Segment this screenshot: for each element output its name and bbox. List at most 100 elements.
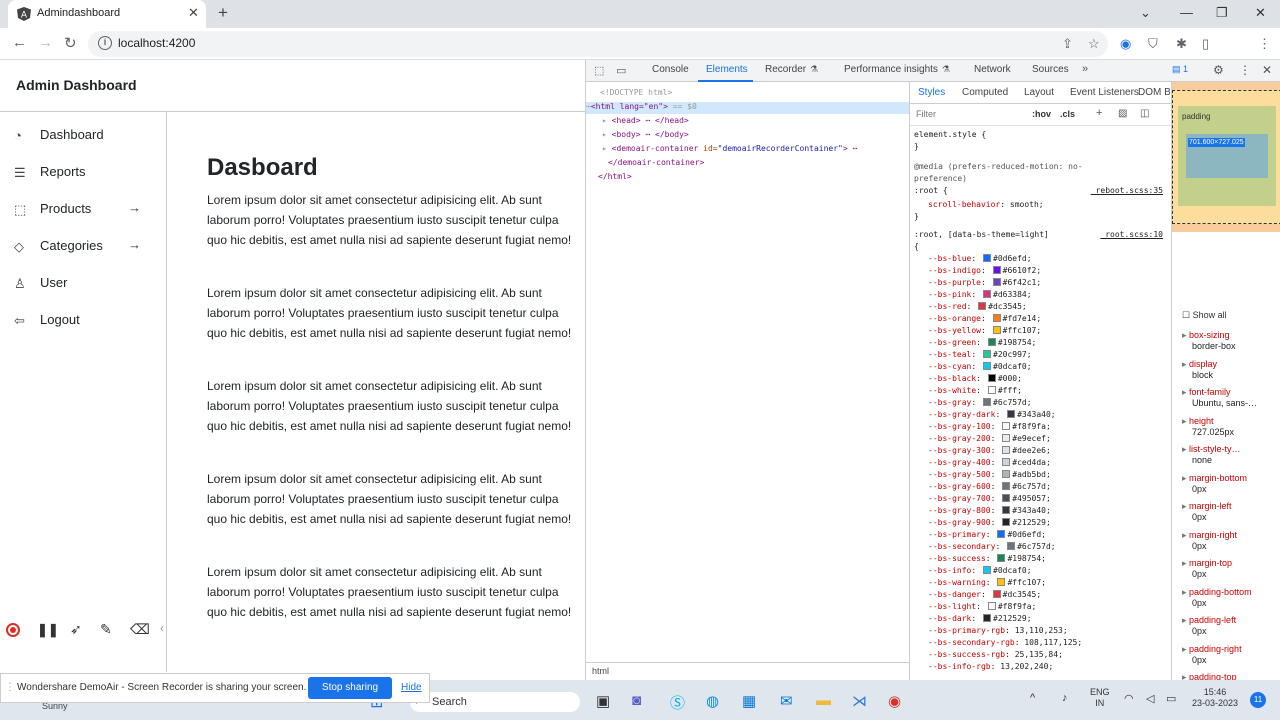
css-variable-row[interactable]: --bs-teal: #20c997; [928,350,1032,359]
browser-tab[interactable]: A Admindashboard ✕ [8,0,206,28]
color-swatch[interactable] [1002,470,1011,478]
color-swatch[interactable] [1002,458,1011,466]
drag-handle-icon[interactable]: ⋮ [5,682,15,693]
paint-icon[interactable]: ▨ [1118,108,1127,119]
expand-triangle-icon[interactable]: ▸ [602,116,607,125]
tab-performance-insights[interactable]: Performance insights [844,64,938,75]
css-variable-row[interactable]: --bs-green: #198754; [928,338,1036,347]
sidebar-item-dashboard[interactable]: ◔ Dashboard [0,122,167,152]
tab-sources[interactable]: Sources [1032,64,1069,75]
devtools-menu-icon[interactable]: ⋮ [1239,63,1251,77]
vscode-icon[interactable]: ⋊ [852,692,867,710]
expand-triangle-icon[interactable]: ▸ [1182,359,1189,369]
subtab-dom-breakpoints[interactable]: DOM Breakpoints [1138,87,1171,98]
expand-triangle-icon[interactable]: ▸ [1182,501,1189,511]
sidebar-toggle-icon[interactable]: ◫ [1140,108,1149,119]
selected-html-node[interactable]: ⋯<html lang="en"> == $0 [586,102,909,114]
source-link[interactable]: _root.scss:10 [1100,230,1163,239]
language-indicator[interactable]: ENG IN [1090,687,1110,709]
sidebar-item-user[interactable]: ♙ User [0,270,167,300]
sidebar-item-logout[interactable]: ⇦ Logout [0,307,167,337]
css-variable-row[interactable]: --bs-secondary-rgb: 108,117,125; [928,638,1082,647]
back-icon[interactable]: ← [12,34,27,51]
mic-icon[interactable]: ♪ [1062,692,1068,704]
subtab-computed[interactable]: Computed [962,87,1008,98]
tab-recorder[interactable]: Recorder [765,64,806,75]
css-variable-row[interactable]: --bs-danger: #dc3545; [928,590,1041,599]
collapse-icon[interactable]: ‹ [160,621,164,635]
color-swatch[interactable] [992,326,1001,334]
computed-property[interactable]: ▸ margin-top 0px [1182,558,1280,579]
scroll-behavior-decl[interactable]: scroll-behavior: smooth; [928,200,1044,209]
color-swatch[interactable] [1007,410,1016,418]
computed-property[interactable]: ▸ padding-left 0px [1182,615,1280,636]
cls-button[interactable]: .cls [1060,109,1075,119]
expand-triangle-icon[interactable]: ▸ [602,144,607,153]
color-swatch[interactable] [997,554,1006,562]
settings-gear-icon[interactable]: ⚙ [1213,63,1224,77]
css-variable-row[interactable]: --bs-gray-400: #ced4da; [928,458,1051,467]
minimize-icon[interactable]: — [1180,5,1193,20]
color-swatch[interactable] [1002,446,1011,454]
element-style-rule[interactable]: element.style { [914,130,986,139]
color-swatch[interactable] [987,602,996,610]
color-swatch[interactable] [1002,422,1011,430]
css-variable-row[interactable]: --bs-gray-200: #e9ecef; [928,434,1051,443]
color-swatch[interactable] [1002,506,1011,514]
eraser-icon[interactable]: ⌫ [130,621,150,638]
color-swatch[interactable] [1002,482,1011,490]
computed-property[interactable]: ▸ padding-right 0px [1182,644,1280,665]
css-variable-row[interactable]: --bs-gray: #6c757d; [928,398,1032,407]
css-variable-row[interactable]: --bs-info: #0dcaf0; [928,566,1032,575]
computed-property[interactable]: ▸ font-family Ubuntu, sans-… [1182,387,1280,408]
chrome-icon[interactable]: ◉ [888,692,901,710]
color-swatch[interactable] [983,350,991,358]
color-swatch[interactable] [978,302,987,310]
css-variable-row[interactable]: --bs-purple: #6f42c1; [928,278,1041,287]
root-theme-selector[interactable]: :root, [data-bs-theme=light] [914,230,1049,239]
record-icon[interactable] [6,623,20,637]
tab-elements[interactable]: Elements [706,64,748,75]
color-swatch[interactable] [997,578,1006,586]
css-variable-row[interactable]: --bs-warning: #ffc107; [928,578,1046,587]
file-explorer-icon[interactable]: ▬ [816,692,831,709]
color-swatch[interactable] [992,278,1001,286]
root-selector[interactable]: :root { [914,186,948,195]
extensions-puzzle-icon[interactable]: ✱ [1176,36,1187,52]
color-swatch[interactable] [1002,494,1011,502]
show-all-checkbox[interactable]: ☐ Show all [1182,310,1227,321]
new-tab-icon[interactable]: + [218,3,228,23]
color-swatch[interactable] [992,314,1001,322]
subtab-layout[interactable]: Layout [1024,87,1054,98]
expand-triangle-icon[interactable]: ▸ [1182,416,1189,426]
color-swatch[interactable] [992,590,1001,598]
computed-property[interactable]: ▸ padding-top0px [1182,672,1280,680]
taskbar-search[interactable]: ⌕Search [410,692,580,712]
css-variable-row[interactable]: --bs-success-rgb: 25,135,84; [928,650,1063,659]
css-variable-row[interactable]: --bs-red: #dc3545; [928,302,1027,311]
expand-triangle-icon[interactable]: ▸ [1182,387,1189,397]
forward-icon[interactable]: → [38,34,53,51]
color-swatch[interactable] [987,338,996,346]
stop-sharing-button[interactable]: Stop sharing [308,677,392,699]
css-variable-row[interactable]: --bs-success: #198754; [928,554,1046,563]
css-variable-row[interactable]: --bs-light: #f8f9fa; [928,602,1036,611]
color-swatch[interactable] [983,398,991,406]
css-variable-row[interactable]: --bs-gray-600: #6c757d; [928,482,1051,491]
tab-search-chevron-icon[interactable]: ⌄ [1140,5,1151,21]
css-variable-row[interactable]: --bs-gray-100: #f8f9fa; [928,422,1051,431]
css-variable-row[interactable]: --bs-pink: #d63384; [928,290,1032,299]
tab-network[interactable]: Network [974,64,1011,75]
pause-icon[interactable]: ❚❚ [37,622,59,638]
reload-icon[interactable]: ↻ [64,34,77,52]
color-swatch[interactable] [983,566,991,574]
css-variable-row[interactable]: --bs-yellow: #ffc107; [928,326,1041,335]
css-variable-row[interactable]: --bs-white: #fff; [928,386,1022,395]
css-variable-row[interactable]: --bs-blue: #0d6efd; [928,254,1032,263]
inspect-icon[interactable]: ⬚ [594,64,604,77]
sidebar-item-products[interactable]: ⬚ Products → [0,196,167,226]
store-icon[interactable]: ▦ [742,692,756,710]
body-node[interactable]: ▸ <body> ⋯ </body> [602,130,689,139]
expand-triangle-icon[interactable]: ▸ [1182,444,1189,454]
skype-icon[interactable]: Ⓢ [670,692,685,713]
